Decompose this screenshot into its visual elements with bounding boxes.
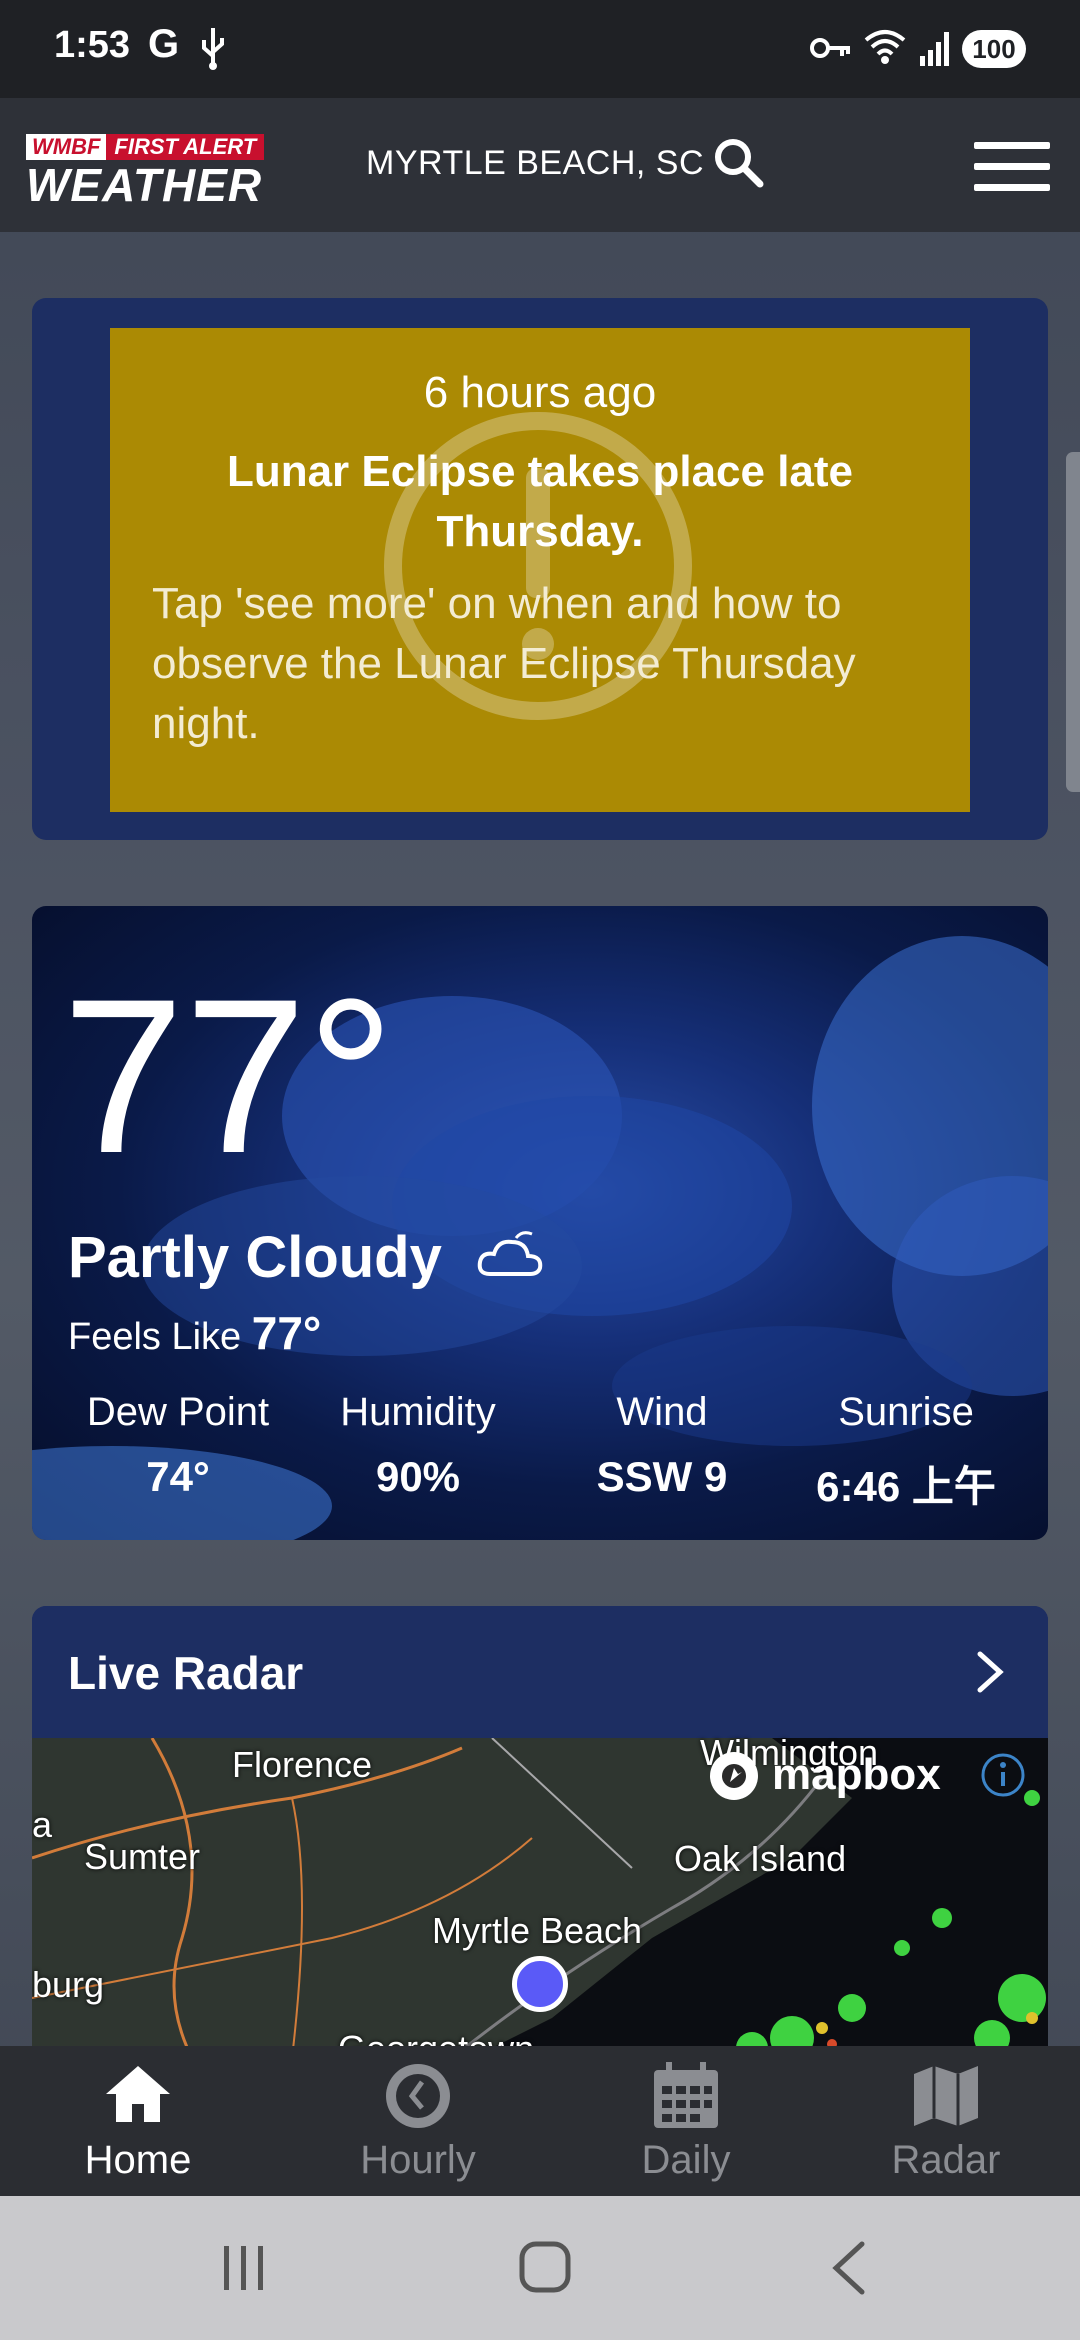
status-time: 1:53 [54,24,131,66]
stat-dew-point: Dew Point 74° [68,1390,288,1501]
feels-like-label: Feels Like [68,1316,242,1358]
stat-wind: Wind SSW 9 [552,1390,772,1501]
nav-label: Radar [891,2138,1001,2182]
stat-value: 90% [375,1453,461,1500]
battery-indicator: 100 [962,30,1026,68]
map-icon [914,2066,978,2126]
stat-value: SSW 9 [596,1453,728,1500]
mapbox-attribution[interactable]: mapbox [772,1750,941,1800]
recent-apps-icon[interactable] [214,2240,274,2296]
system-navigation-bar [0,2196,1080,2340]
chevron-right-icon[interactable] [972,1650,1008,1694]
alert-timestamp: 6 hours ago [423,368,657,417]
logo-weather: WEATHER [26,159,263,211]
status-bar: 1:53 G 100 [0,0,1080,98]
clock-icon [386,2064,450,2128]
stat-sunrise: Sunrise 6:46 上午 [796,1390,1016,1514]
stat-value: 74° [146,1453,210,1500]
alert-title: Lunar Eclipse takes place late Thursday. [226,447,854,556]
stat-humidity: Humidity 90% [308,1390,528,1501]
vpn-key-icon [810,38,850,58]
nav-label: Hourly [360,2138,476,2182]
google-icon: G [148,22,180,66]
stat-label: Humidity [340,1390,496,1434]
alert-body: Tap 'see more' on when and how to observ… [152,579,856,748]
signal-icon [920,32,949,66]
nav-label: Daily [641,2138,731,2182]
current-conditions-card[interactable]: 77° Partly Cloudy Feels Like 77° Dew Poi… [32,906,1048,1540]
condition-summary: Partly Cloudy [68,1225,442,1290]
radar-map[interactable]: Florence Wilmington Sumter Oak Island My… [32,1732,1048,2046]
stat-label: Sunrise [838,1390,974,1434]
map-label-florence: Florence [232,1744,373,1785]
nav-hourly[interactable]: Hourly [318,2060,518,2183]
app-header: WMBF FIRST ALERT WEATHER MYRTLE BEACH, S… [0,98,1080,232]
back-icon[interactable] [822,2240,882,2296]
map-label-sumter: Sumter [84,1836,201,1877]
alert-card[interactable]: 6 hours ago Lunar Eclipse takes place la… [32,298,1048,840]
scrollbar[interactable] [1066,452,1080,792]
feels-like: Feels Like 77° [68,1306,321,1360]
stat-value: 6:46 上午 [816,1463,996,1510]
search-icon[interactable] [712,136,764,188]
logo-station: WMBF [26,134,107,160]
home-icon [106,2066,170,2122]
current-location-marker [512,1956,568,2012]
live-radar-card[interactable]: Live Radar Florence Wilmington Sumter Oa… [32,1606,1048,2046]
usb-icon [202,28,224,70]
radar-title: Live Radar [68,1647,304,1699]
logo-first-alert: FIRST ALERT [106,134,265,160]
alert-banner[interactable]: 6 hours ago Lunar Eclipse takes place la… [110,328,970,812]
nav-label: Home [84,2138,192,2182]
feels-like-value: 77° [251,1307,322,1359]
partly-cloudy-night-icon [477,1231,543,1276]
stat-label: Dew Point [86,1390,270,1434]
map-label-georgetown: Georgetown [338,2028,534,2046]
nav-radar[interactable]: Radar [846,2060,1046,2183]
map-label-oak-island: Oak Island [674,1838,847,1879]
bottom-navigation: Home Hourly Daily Radar [0,2046,1080,2196]
location-name[interactable]: MYRTLE BEACH, SC [366,144,704,183]
station-logo[interactable]: WMBF FIRST ALERT WEATHER [26,134,276,211]
calendar-icon [654,2062,718,2128]
wifi-icon [864,30,906,64]
mapbox-logo-icon [710,1752,758,1800]
stat-label: Wind [616,1390,708,1434]
map-label-partial-burg: burg [32,1964,105,2005]
nav-daily[interactable]: Daily [586,2060,786,2183]
map-label-partial: a [32,1804,53,1845]
nav-home[interactable]: Home [38,2060,238,2183]
radar-header[interactable]: Live Radar [32,1606,1048,1738]
home-button-icon[interactable] [516,2240,576,2296]
info-icon[interactable] [980,1752,1026,1798]
hamburger-menu-icon[interactable] [974,142,1050,192]
current-temperature: 77° [62,953,395,1199]
map-label-myrtle-beach: Myrtle Beach [432,1910,643,1951]
